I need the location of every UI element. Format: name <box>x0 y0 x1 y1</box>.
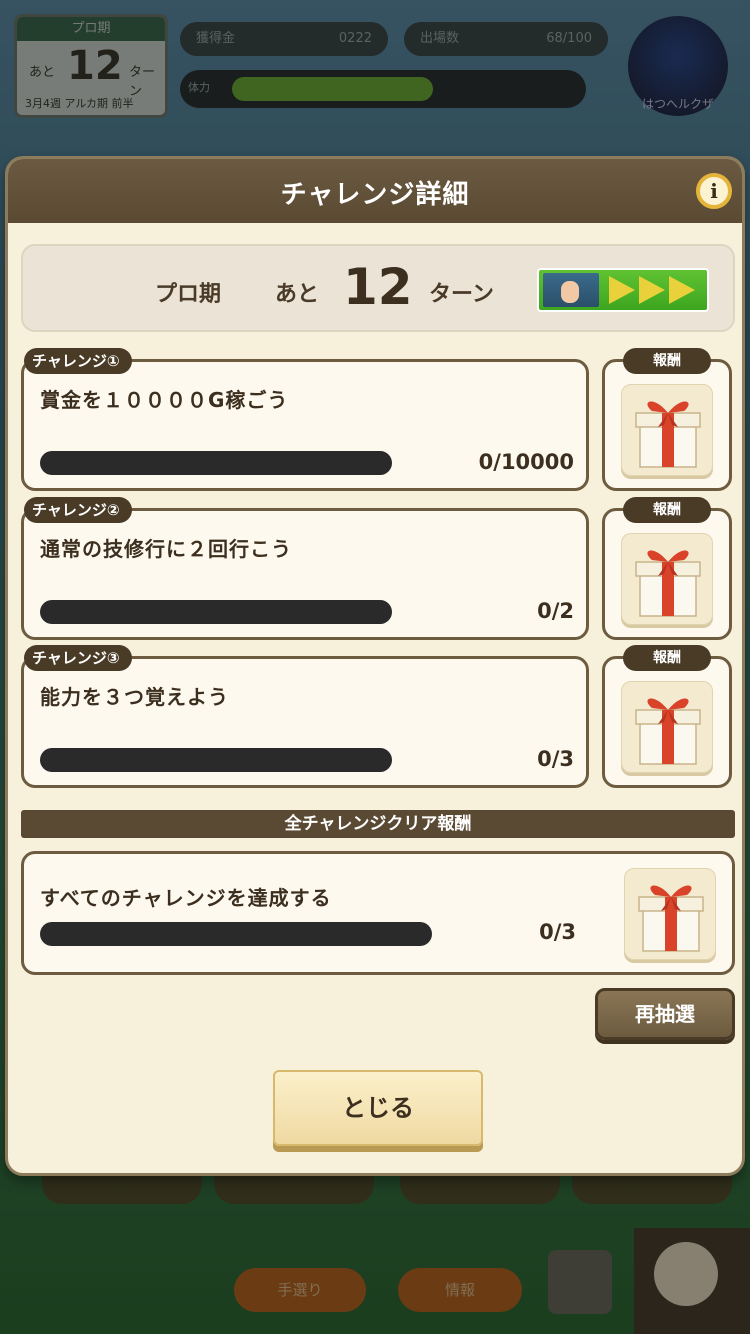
gift-box-icon[interactable] <box>621 681 713 773</box>
challenge-count: 0/3 <box>537 747 574 771</box>
reward-card-3[interactable]: 報酬 <box>602 645 732 788</box>
reward-tag: 報酬 <box>623 348 711 374</box>
challenge-count: 0/10000 <box>478 450 574 474</box>
remaining-label: あと <box>275 282 320 307</box>
challenge-card-3: チャレンジ③ 能力を３つ覚えよう 0/3 <box>21 645 589 788</box>
challenge-card-2: チャレンジ② 通常の技修行に２回行こう 0/2 <box>21 497 589 640</box>
challenge-tag: チャレンジ① <box>24 348 132 374</box>
remaining-turns-panel: プロ期 あと 12 ターン <box>21 244 735 332</box>
play-triangle-icon <box>669 276 697 304</box>
challenge-detail-modal: チャレンジ詳細 i プロ期 あと 12 ターン チャレンジ① 賞金を１００００G… <box>5 156 745 1176</box>
modal-title: チャレンジ詳細 <box>280 180 470 210</box>
all-challenge-card: すべてのチャレンジを達成する 0/3 <box>21 851 735 975</box>
info-icon[interactable]: i <box>696 173 732 209</box>
gift-box-icon[interactable] <box>621 384 713 476</box>
all-challenge-progress-bar <box>40 922 432 946</box>
challenge-progress-bar <box>40 600 392 624</box>
challenge-text: 能力を３つ覚えよう <box>40 685 229 709</box>
all-challenge-text: すべてのチャレンジを達成する <box>40 886 332 910</box>
reward-card-2[interactable]: 報酬 <box>602 497 732 640</box>
character-portrait <box>543 273 599 307</box>
stage-arrows <box>609 276 699 308</box>
turn-word: ターン <box>429 282 494 307</box>
reward-tag: 報酬 <box>623 497 711 523</box>
period-label: プロ期 <box>155 282 222 307</box>
play-triangle-icon <box>609 276 637 304</box>
close-button[interactable]: とじる <box>273 1070 483 1146</box>
modal-header: チャレンジ詳細 i <box>8 159 742 223</box>
play-triangle-icon <box>639 276 667 304</box>
redraw-button[interactable]: 再抽選 <box>595 988 735 1040</box>
gift-box-icon[interactable] <box>621 533 713 625</box>
challenge-progress-bar <box>40 748 392 772</box>
gift-box-icon[interactable] <box>624 868 716 960</box>
all-clear-banner: 全チャレンジクリア報酬 <box>21 810 735 838</box>
remaining-turns: 12 <box>343 258 413 316</box>
challenge-text: 賞金を１００００G稼ごう <box>40 388 289 412</box>
challenge-count: 0/2 <box>537 599 574 623</box>
challenge-card-1: チャレンジ① 賞金を１００００G稼ごう 0/10000 <box>21 348 589 491</box>
challenge-text: 通常の技修行に２回行こう <box>40 537 292 561</box>
challenge-tag: チャレンジ③ <box>24 645 132 671</box>
challenge-tag: チャレンジ② <box>24 497 132 523</box>
stage-badge <box>537 268 709 312</box>
challenge-progress-bar <box>40 451 392 475</box>
reward-tag: 報酬 <box>623 645 711 671</box>
reward-card-1[interactable]: 報酬 <box>602 348 732 491</box>
all-challenge-count: 0/3 <box>539 920 576 944</box>
